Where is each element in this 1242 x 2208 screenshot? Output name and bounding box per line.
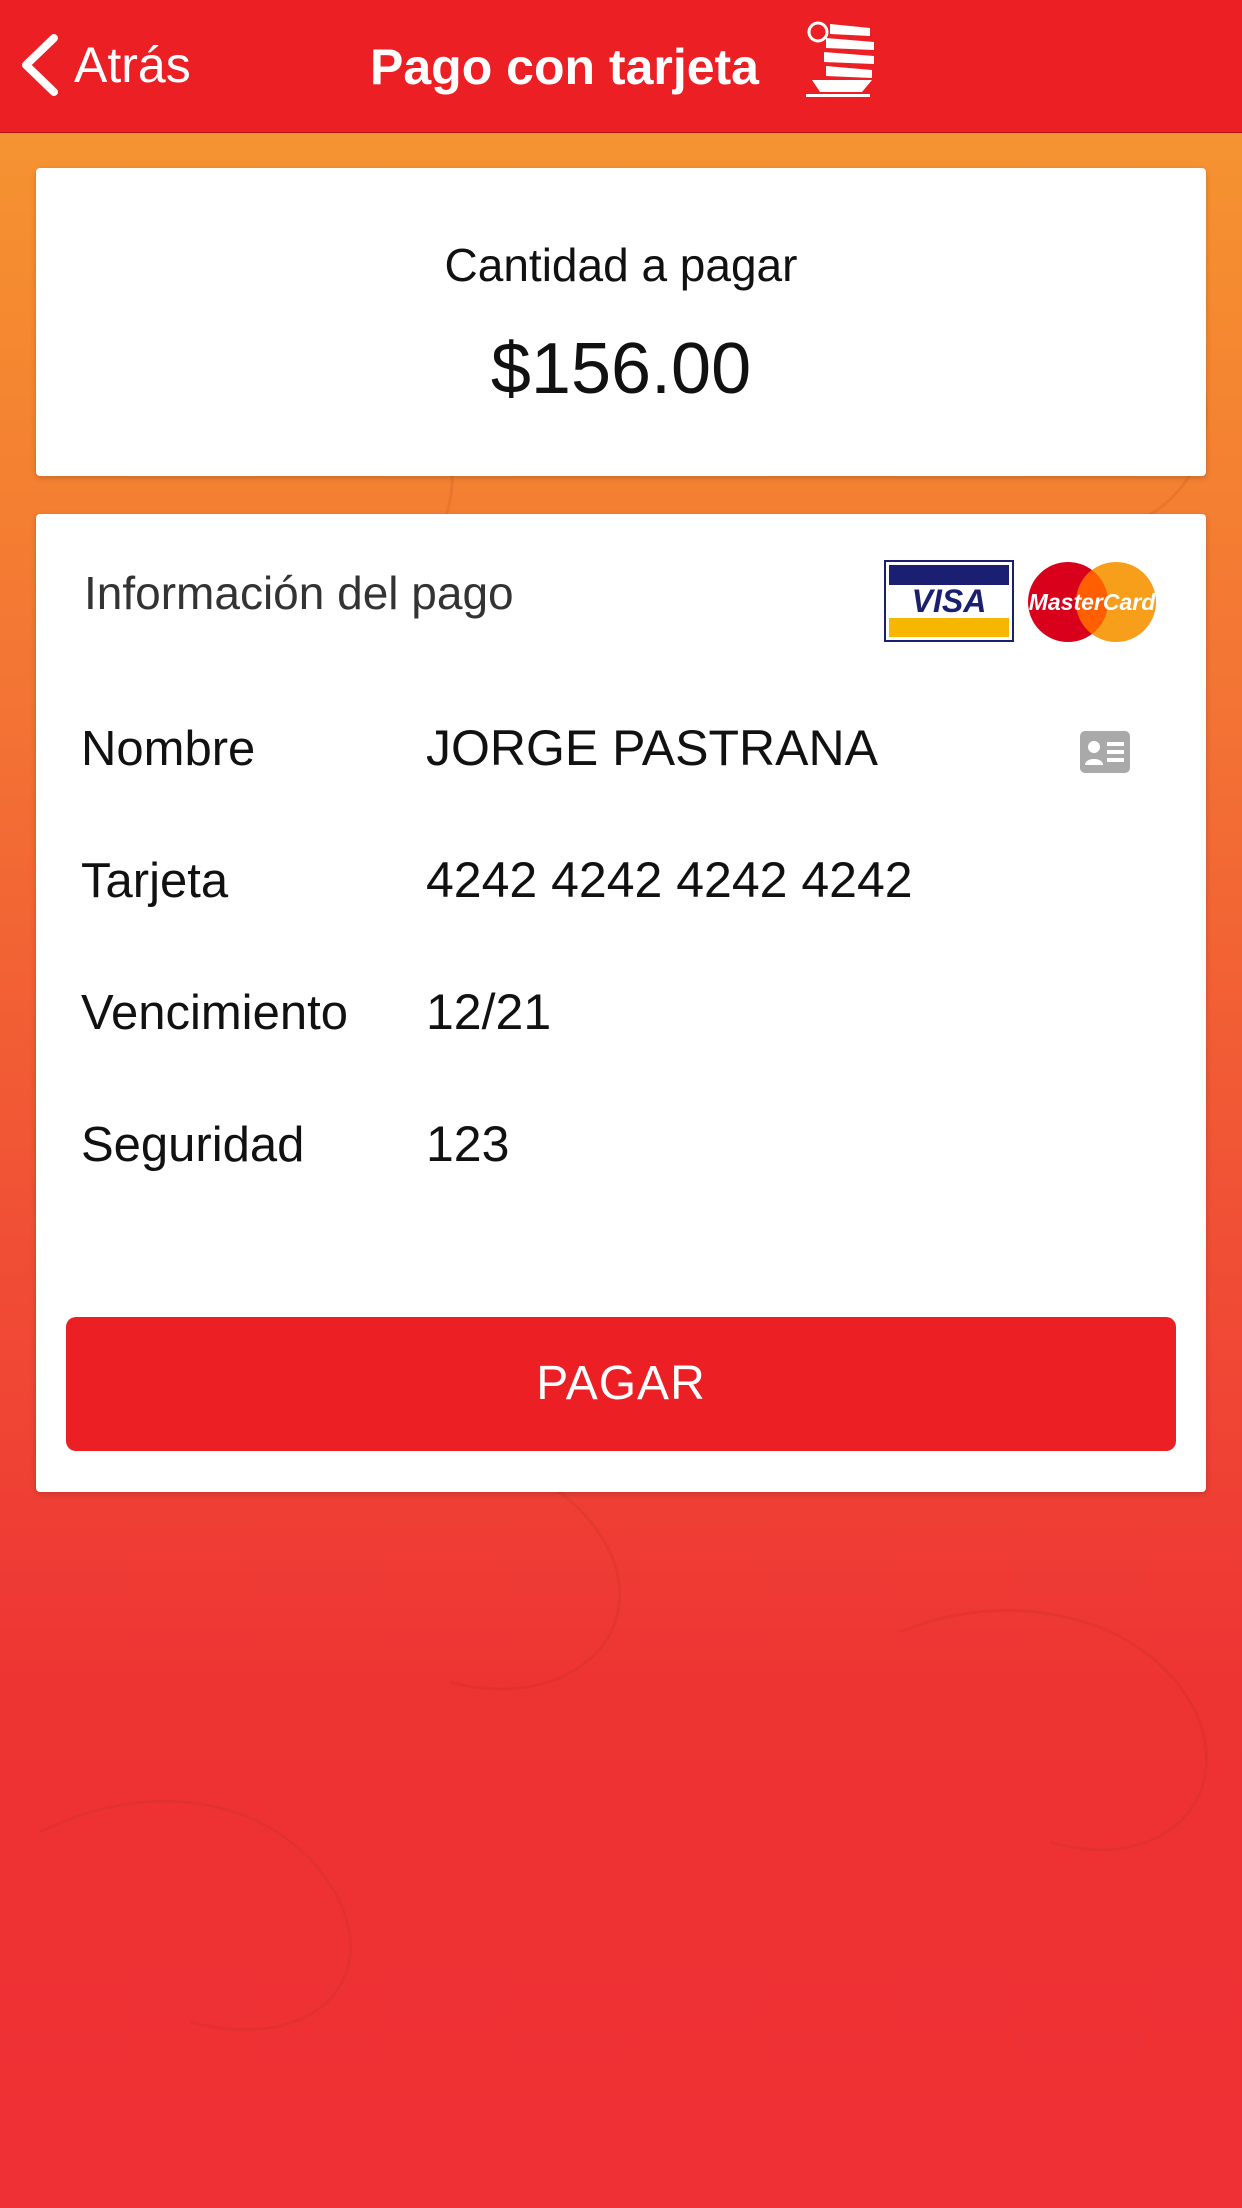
security-code-field[interactable] — [426, 1113, 1066, 1175]
amount-card: Cantidad a pagar $156.00 — [36, 168, 1206, 476]
expiry-field[interactable] — [426, 981, 1066, 1043]
pay-button[interactable]: PAGAR — [66, 1317, 1176, 1451]
junk-boat-logo — [806, 21, 874, 97]
amount-label: Cantidad a pagar — [444, 239, 798, 291]
security-row: Seguridad — [36, 1089, 1206, 1199]
section-title: Información del pago — [84, 567, 514, 619]
name-field[interactable] — [426, 717, 1066, 779]
back-label: Atrás — [74, 37, 191, 93]
card-number-field[interactable] — [426, 849, 1066, 911]
mastercard-logo: MasterCard — [1028, 562, 1156, 642]
name-row: Nombre — [36, 693, 1206, 803]
name-label: Nombre — [81, 722, 256, 776]
visa-text: VISA — [912, 583, 987, 619]
back-button[interactable]: Atrás — [18, 30, 191, 100]
contact-card-icon[interactable] — [1080, 731, 1130, 773]
visa-logo: VISA — [884, 560, 1014, 642]
security-label: Seguridad — [81, 1118, 305, 1172]
expiry-label: Vencimiento — [81, 986, 348, 1040]
amount-value: $156.00 — [490, 329, 752, 409]
card-number-row: Tarjeta — [36, 825, 1206, 935]
page-title: Pago con tarjeta — [370, 39, 759, 95]
chevron-left-icon — [22, 34, 58, 96]
expiry-row: Vencimiento — [36, 957, 1206, 1067]
navigation-bar: Atrás Pago con tarjeta — [0, 0, 1242, 133]
mastercard-text: MasterCard — [1029, 589, 1156, 615]
payment-info-card: Información del pago VISA MasterCard Nom… — [36, 514, 1206, 1492]
card-number-label: Tarjeta — [81, 854, 229, 908]
